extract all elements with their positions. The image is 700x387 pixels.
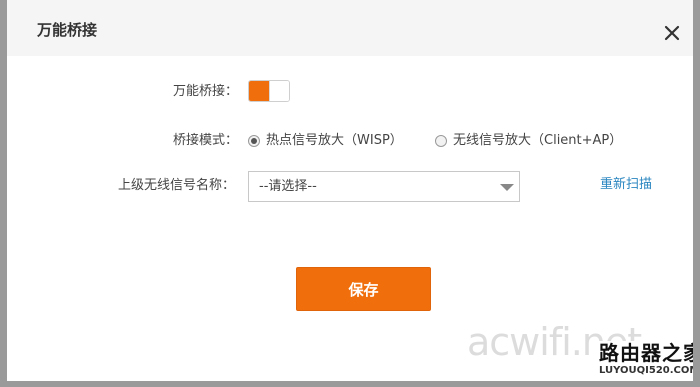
upstream-ssid-select-value: --请选择-- xyxy=(259,179,317,194)
upstream-ssid-select[interactable]: --请选择-- xyxy=(248,171,520,202)
dialog-header: 万能桥接 xyxy=(7,0,693,56)
mode-option-wisp[interactable]: 热点信号放大（WISP） xyxy=(248,132,403,150)
mode-option-client-ap-label: 无线信号放大（Client+AP） xyxy=(453,133,623,148)
rescan-link[interactable]: 重新扫描 xyxy=(600,176,652,194)
bridge-toggle[interactable] xyxy=(248,80,290,102)
toggle-knob xyxy=(269,81,289,101)
save-button[interactable]: 保存 xyxy=(296,267,431,311)
bridge-mode-label: 桥接模式： xyxy=(173,133,239,148)
upstream-ssid-label: 上级无线信号名称： xyxy=(118,178,236,193)
watermark-logo-cn: 路由器之家 xyxy=(599,341,700,365)
close-icon xyxy=(664,25,680,41)
close-button[interactable] xyxy=(663,24,681,42)
mode-option-wisp-label: 热点信号放大（WISP） xyxy=(266,133,403,148)
dialog-title: 万能桥接 xyxy=(37,21,98,39)
mode-option-client-ap[interactable]: 无线信号放大（Client+AP） xyxy=(435,132,622,150)
radio-client-ap[interactable] xyxy=(435,135,447,147)
bridge-toggle-label: 万能桥接： xyxy=(173,84,239,99)
radio-wisp[interactable] xyxy=(248,135,260,147)
watermark-logo-url: LUYOUQI520.COM xyxy=(599,365,700,376)
bridge-dialog: 万能桥接 万能桥接： 桥接模式： 热点信号放大（WISP） 无线信号放大（Cli… xyxy=(0,0,700,387)
chevron-down-icon xyxy=(500,184,514,191)
watermark-logo: 路由器之家 LUYOUQI520.COM xyxy=(597,341,693,381)
toggle-on-fill xyxy=(249,81,269,101)
